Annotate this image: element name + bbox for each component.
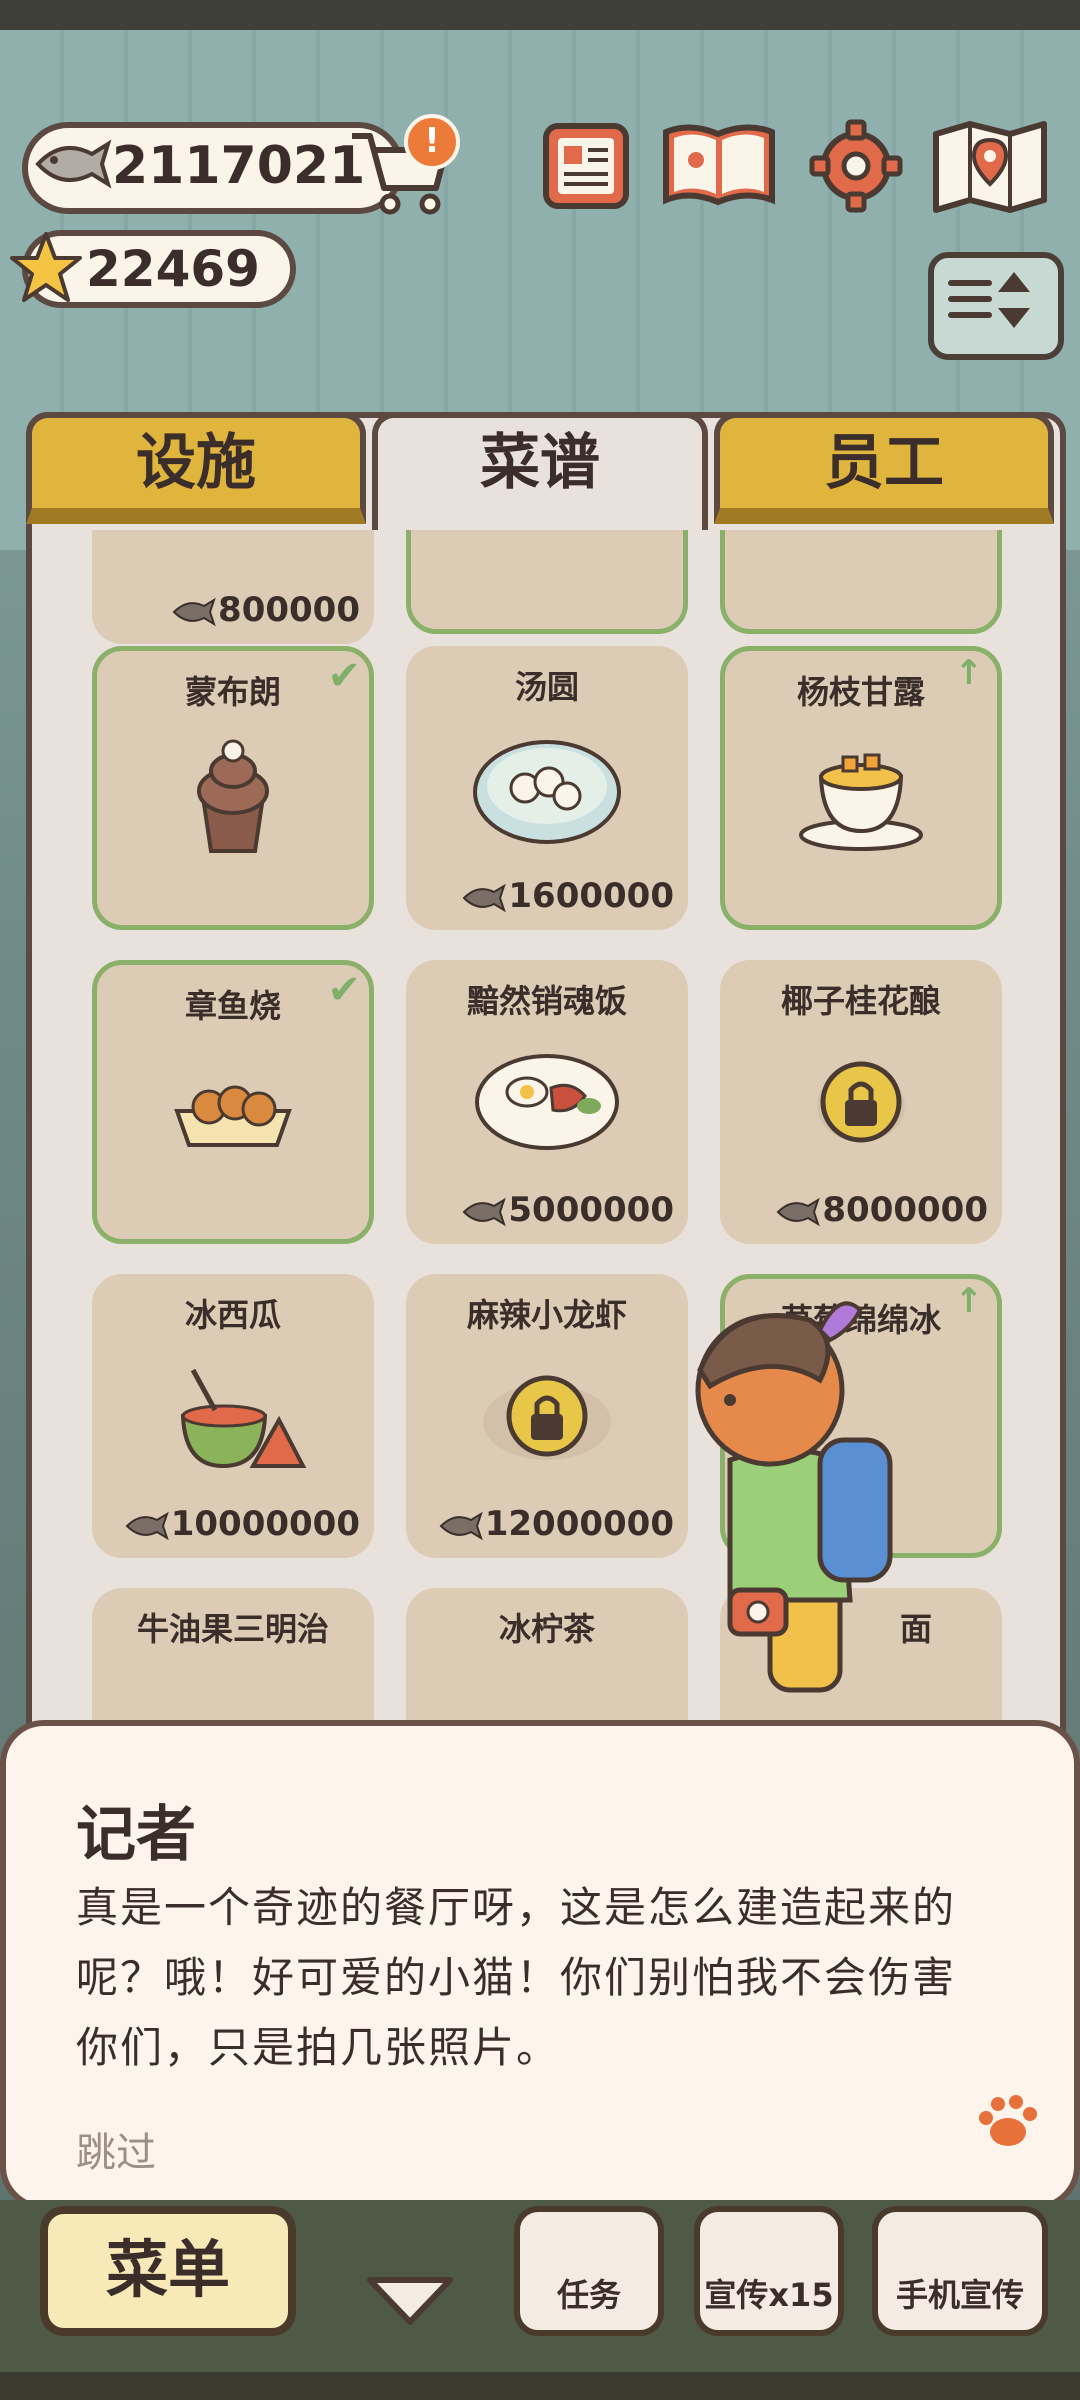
dialog-line-2: 呢？哦！好可爱的小猫！你们别怕我不会伤害	[76, 1953, 957, 2002]
recipe-name: 黯然销魂饭	[466, 982, 627, 1020]
catalog-tabs: 设施 菜谱 员工	[26, 412, 1054, 530]
star-count: 22469	[86, 240, 260, 298]
tab-facilities[interactable]: 设施	[26, 412, 366, 524]
shop-alert-badge: !	[404, 114, 460, 170]
settings-gear-icon[interactable]	[806, 118, 906, 214]
sort-icon	[948, 272, 1030, 328]
fish-count: 2117021	[112, 136, 366, 196]
tab-facilities-label: 设施	[136, 428, 256, 498]
recipe-price: 800000	[92, 590, 374, 630]
watermelon-icon	[180, 1368, 307, 1469]
bottom-strip	[0, 2372, 1080, 2400]
dialog-speaker-name: 记者	[76, 1800, 196, 1870]
promote-button-label: 宣传x15	[704, 2276, 834, 2314]
recipe-card[interactable]: 800000	[92, 530, 374, 644]
fish-icon	[776, 1197, 821, 1226]
recipe-card-spicy-crayfish[interactable]: 麻辣小龙虾 12000000	[406, 1274, 688, 1558]
fish-icon	[439, 1511, 483, 1540]
recipe-name: 牛油果三明治	[136, 1610, 329, 1648]
sort-toggle-button[interactable]	[928, 252, 1064, 360]
collapse-arrow-icon[interactable]	[360, 2270, 460, 2330]
promote-button[interactable]: 宣传x15	[694, 2206, 844, 2336]
star-icon	[10, 232, 82, 302]
status-bar	[0, 0, 1080, 30]
recipe-name: 麻辣小龙虾	[466, 1296, 627, 1334]
fish-icon	[172, 597, 216, 626]
map-icon[interactable]	[930, 118, 1050, 214]
recipe-price: 5000000	[406, 1190, 688, 1230]
recipe-card[interactable]	[720, 530, 1002, 634]
owned-check-icon: ✔	[327, 967, 361, 1013]
fish-icon	[462, 883, 507, 912]
fish-icon	[35, 139, 112, 189]
fish-icon	[125, 1511, 169, 1540]
upgrade-arrow-icon: ↑	[954, 653, 984, 693]
rice-bowl-icon	[475, 1054, 619, 1150]
recipe-card-avocado-sandwich[interactable]: 牛油果三明治	[92, 1588, 374, 1742]
phone-promote-button[interactable]: 手机宣传	[872, 2206, 1048, 2336]
upgrade-arrow-icon: ↑	[954, 1281, 984, 1321]
takoyaki-icon	[174, 1085, 292, 1147]
recipe-card[interactable]	[406, 530, 688, 634]
phone-promote-button-label: 手机宣传	[895, 2276, 1024, 2314]
dialog-box[interactable]: 记者 真是一个奇迹的餐厅呀，这是怎么建造起来的 呢？哦！好可爱的小猫！你们别怕我…	[0, 1720, 1080, 2210]
recipe-book-icon[interactable]	[660, 118, 778, 214]
tab-recipes[interactable]: 菜谱	[372, 412, 708, 530]
dialog-line-3: 你们，只是拍几张照片。	[76, 2023, 561, 2072]
tab-recipes-label: 菜谱	[480, 428, 600, 498]
lock-icon	[483, 1375, 611, 1460]
recipe-card-tangyuan[interactable]: 汤圆 1600000	[406, 646, 688, 930]
recipe-card-coconut-osmanthus[interactable]: 椰子桂花酿 8000000	[720, 960, 1002, 1244]
tangyuan-icon	[473, 740, 621, 844]
paw-icon[interactable]	[974, 2092, 1038, 2152]
mango-sago-icon	[799, 753, 923, 851]
recipe-price: 1600000	[406, 876, 688, 916]
fish-icon	[462, 1197, 507, 1226]
recipe-price: 8000000	[720, 1190, 1002, 1230]
skip-button[interactable]: 跳过	[76, 2120, 156, 2178]
recipe-name: 椰子桂花酿	[780, 982, 941, 1020]
recipe-name: 冰柠茶	[498, 1610, 595, 1648]
recipe-price: 10000000	[92, 1504, 374, 1544]
menu-button-label: 菜单	[105, 2233, 230, 2306]
tab-staff[interactable]: 员工	[714, 412, 1054, 524]
recipe-card-takoyaki[interactable]: 章鱼烧 ✔	[92, 960, 374, 1244]
recipe-card-sorrowful-rice[interactable]: 黯然销魂饭 5000000	[406, 960, 688, 1244]
lock-icon	[817, 1061, 905, 1143]
tasks-button[interactable]: 任务	[514, 2206, 664, 2336]
recipe-price: 12000000	[406, 1504, 688, 1544]
recipe-card-iced-lemon-tea[interactable]: 冰柠茶	[406, 1588, 688, 1742]
recipe-name: 冰西瓜	[184, 1296, 281, 1334]
tasks-button-label: 任务	[556, 2276, 621, 2314]
dialog-line-1: 真是一个奇迹的餐厅呀，这是怎么建造起来的	[76, 1883, 957, 1932]
recipe-card-mango-sago[interactable]: 杨枝甘露 ↑	[720, 646, 1002, 930]
mont-blanc-icon	[197, 739, 269, 853]
tab-staff-label: 员工	[824, 428, 944, 498]
newspaper-icon[interactable]	[536, 118, 636, 214]
recipe-card-iced-watermelon[interactable]: 冰西瓜 10000000	[92, 1274, 374, 1558]
owned-check-icon: ✔	[327, 653, 361, 699]
menu-button[interactable]: 菜单	[40, 2206, 296, 2336]
recipe-card-mont-blanc[interactable]: 蒙布朗 ✔	[92, 646, 374, 930]
recipe-name: 汤圆	[514, 668, 579, 706]
reporter-character	[695, 1301, 893, 1693]
